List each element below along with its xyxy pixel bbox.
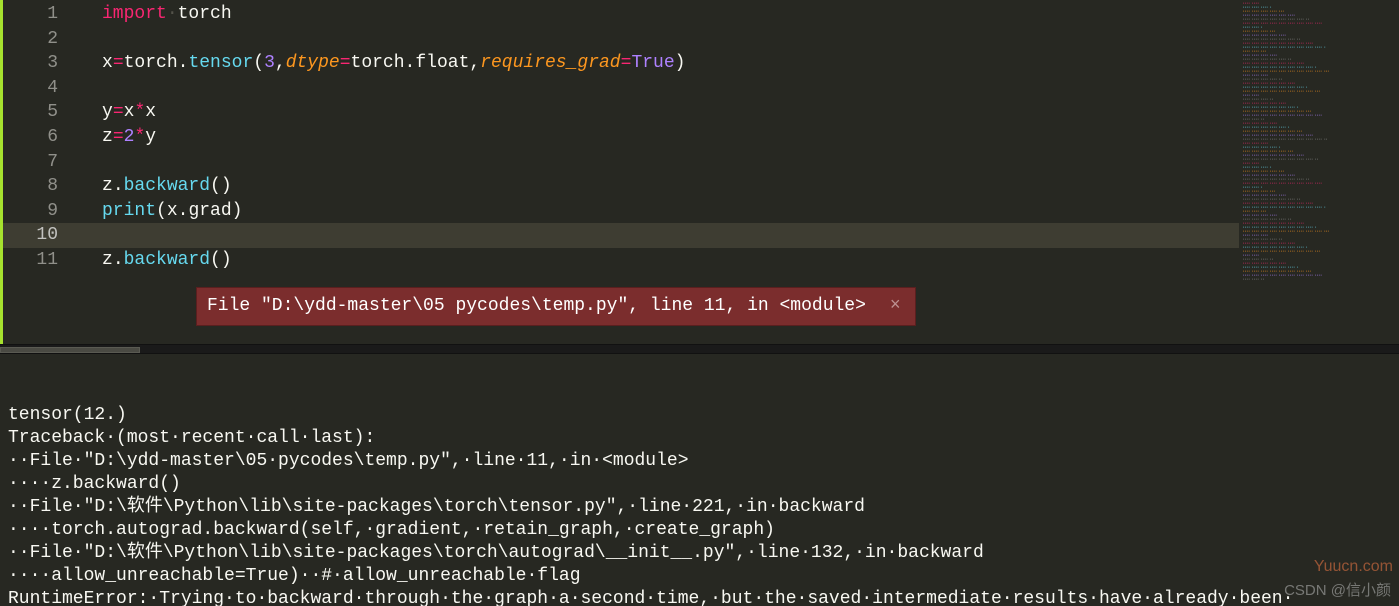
- terminal-line: tensor(12.): [8, 404, 1391, 427]
- code-line[interactable]: [86, 150, 1239, 175]
- line-number: 1: [3, 2, 86, 27]
- line-number: 4: [3, 76, 86, 101]
- code-line[interactable]: [86, 223, 1239, 248]
- editor-region: 1234567891011 import·torch x=torch.tensor…: [0, 0, 1399, 344]
- error-inline-text: File "D:\ydd-master\05 pycodes\temp.py",…: [207, 294, 866, 319]
- code-line[interactable]: z.backward(): [86, 248, 1239, 273]
- terminal-output[interactable]: tensor(12.)Traceback·(most·recent·call·l…: [0, 354, 1399, 606]
- code-line[interactable]: z=2*y: [86, 125, 1239, 150]
- terminal-line: ··File·"D:\软件\Python\lib\site-packages\t…: [8, 496, 1391, 519]
- code-line[interactable]: print(x.grad): [86, 199, 1239, 224]
- error-inline-popup: File "D:\ydd-master\05 pycodes\temp.py",…: [196, 287, 916, 326]
- close-icon[interactable]: ×: [886, 294, 905, 319]
- terminal-line: ··File·"D:\ydd-master\05·pycodes\temp.py…: [8, 450, 1391, 473]
- terminal-line: ····z.backward(): [8, 473, 1391, 496]
- minimap[interactable]: ▪▪▪▪ ▪▪▪▪ ▪▪▪▪ ▪▪▪▪ ▪▪▪▪ ▪ ▪▪▪▪ ▪▪▪▪ ▪▪▪…: [1239, 0, 1399, 344]
- code-line[interactable]: z.backward(): [86, 174, 1239, 199]
- code-line[interactable]: [86, 76, 1239, 101]
- line-number: 11: [3, 248, 86, 273]
- terminal-line: ····torch.autograd.backward(self,·gradie…: [8, 519, 1391, 542]
- terminal-line: ··File·"D:\软件\Python\lib\site-packages\t…: [8, 542, 1391, 565]
- line-number: 5: [3, 100, 86, 125]
- horizontal-scrollbar[interactable]: [0, 344, 1399, 354]
- scrollbar-thumb[interactable]: [0, 347, 140, 353]
- line-number: 8: [3, 174, 86, 199]
- line-number: 7: [3, 150, 86, 175]
- line-number-gutter: 1234567891011: [0, 0, 86, 344]
- line-number: 6: [3, 125, 86, 150]
- code-area[interactable]: import·torch x=torch.tensor(3,dtype=torch…: [86, 0, 1239, 344]
- line-number: 9: [3, 199, 86, 224]
- line-number: 10: [3, 223, 86, 248]
- code-line[interactable]: [86, 27, 1239, 52]
- app-root: 1234567891011 import·torch x=torch.tensor…: [0, 0, 1399, 606]
- terminal-line: ····allow_unreachable=True)··#·allow_unr…: [8, 565, 1391, 588]
- line-number: 3: [3, 51, 86, 76]
- code-line[interactable]: import·torch: [86, 2, 1239, 27]
- line-number: 2: [3, 27, 86, 52]
- code-line[interactable]: x=torch.tensor(3,dtype=torch.float,requi…: [86, 51, 1239, 76]
- code-line[interactable]: y=x*x: [86, 100, 1239, 125]
- terminal-line: Traceback·(most·recent·call·last):: [8, 427, 1391, 450]
- terminal-line: RuntimeError:·Trying·to·backward·through…: [8, 588, 1391, 606]
